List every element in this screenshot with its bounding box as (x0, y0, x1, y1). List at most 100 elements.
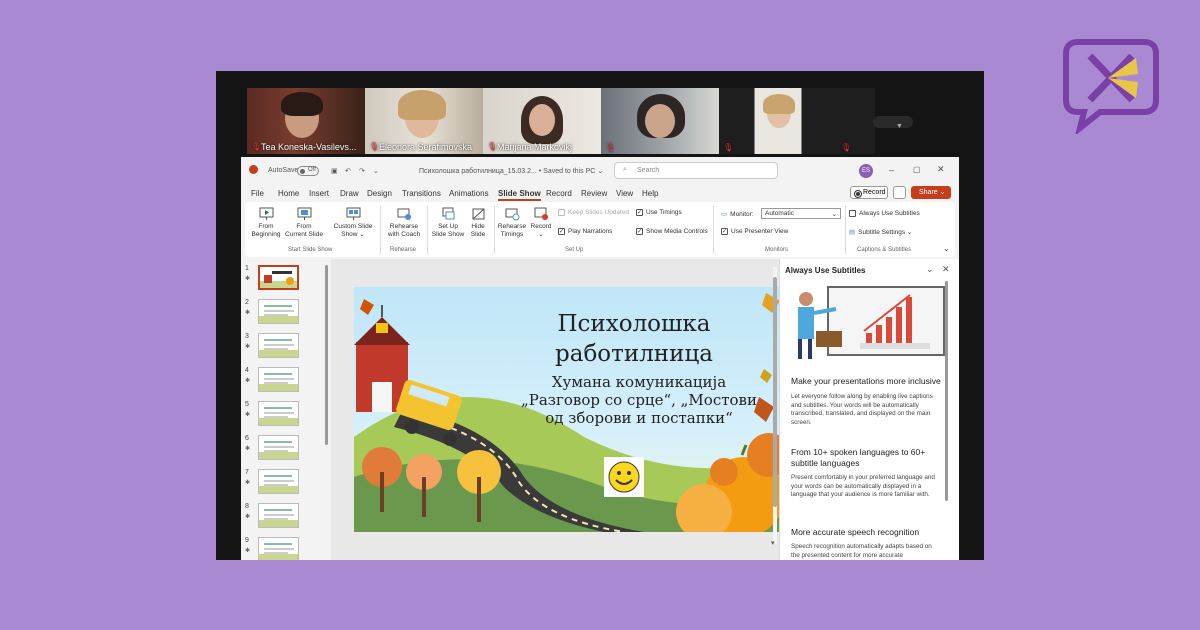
undo-icon[interactable]: ↶ (345, 167, 351, 175)
slide-thumbnail-row[interactable]: 4 ✱ (245, 367, 315, 395)
more-participants-button[interactable] (873, 116, 913, 128)
save-icon[interactable]: ▣ (331, 167, 338, 175)
monitor-select[interactable]: Automatic ⌄ (761, 208, 841, 219)
mic-muted-icon: 🎙 (605, 143, 616, 152)
slide-thumbnail-row[interactable]: 7 ✱ (245, 469, 315, 497)
tab-file[interactable]: File (251, 189, 264, 198)
comments-button[interactable] (893, 186, 906, 199)
thumb-art (264, 518, 288, 520)
group-label: Monitors (765, 247, 789, 253)
hide-slide-button[interactable]: Hide Slide (467, 207, 489, 239)
video-tile-active[interactable]: 🎙 Eleonora Serafimovska (365, 88, 483, 154)
slide-thumbnail[interactable] (258, 265, 299, 290)
collapse-ribbon-icon[interactable]: ⌄ (943, 244, 950, 253)
slide-title[interactable]: Психолошка работилница (504, 309, 764, 369)
video-tile[interactable]: 🎙 (837, 88, 875, 154)
video-tile[interactable]: 🎙 Tea Koneska-Vasilevs... (247, 88, 365, 154)
checkbox-checked: ✓ (558, 228, 565, 235)
document-title[interactable]: Психолошка работилница_15.03.2... • Save… (419, 167, 603, 175)
label-line: Hide (471, 223, 485, 230)
redo-icon[interactable]: ↷ (359, 167, 365, 175)
slide-thumbnail[interactable] (258, 333, 299, 358)
slide-thumbnail[interactable] (258, 503, 299, 528)
tab-design[interactable]: Design (367, 189, 392, 198)
tab-review[interactable]: Review (581, 189, 607, 198)
slide-thumbnail[interactable] (258, 537, 299, 560)
keep-slides-updated-checkbox[interactable]: Keep Slides Updated (558, 209, 629, 216)
scroll-down-icon[interactable]: ▾ (771, 539, 775, 547)
maximize-icon[interactable]: ▢ (913, 165, 921, 174)
tab-help[interactable]: Help (642, 189, 658, 198)
thumb-art (264, 373, 292, 375)
slide-thumbnail[interactable] (258, 401, 299, 426)
slide-thumbnail-row[interactable]: 6 ✱ (245, 435, 315, 463)
tab-slide-show[interactable]: Slide Show (498, 189, 541, 201)
slide-thumbnail[interactable] (258, 299, 299, 324)
rehearse-with-coach-button[interactable]: Rehearse with Coach (385, 207, 423, 239)
label-line: Rehearse (389, 223, 419, 230)
slide-thumbnail[interactable] (258, 367, 299, 392)
custom-slide-show-button[interactable]: Custom Slide Show ⌄ (331, 207, 375, 239)
search-input[interactable]: ⌕ Search (614, 162, 778, 179)
editor-scrollbar[interactable] (773, 267, 777, 543)
tab-insert[interactable]: Insert (309, 189, 329, 198)
hide-slide-icon (472, 208, 484, 220)
checkbox-checked: ✓ (636, 209, 643, 216)
show-media-controls-checkbox[interactable]: ✓ Show Media Controls (636, 228, 708, 235)
set-up-slide-show-button[interactable]: Set Up Slide Show (431, 207, 465, 239)
use-presenter-view-checkbox[interactable]: ✓ Use Presenter View (721, 228, 788, 235)
slide-thumbnail-row[interactable]: 9 ✱ (245, 537, 315, 560)
thumb-art (259, 350, 298, 357)
customize-icon[interactable]: ⌄ (373, 167, 379, 175)
slide-thumbnail-row[interactable]: 2 ✱ (245, 299, 315, 327)
subtitle-icon: ▤ (849, 229, 856, 236)
play-narrations-checkbox[interactable]: ✓ Play Narrations (558, 228, 612, 235)
close-icon[interactable]: ✕ (942, 264, 950, 275)
mic-muted-icon: 🎙 (251, 142, 262, 151)
thumb-art (264, 450, 288, 452)
tab-transitions[interactable]: Transitions (402, 189, 441, 198)
slide-thumbnail-row[interactable]: 3 ✱ (245, 333, 315, 361)
tab-draw[interactable]: Draw (340, 189, 359, 198)
tab-animations[interactable]: Animations (449, 189, 489, 198)
chevron-down-icon[interactable]: ⌄ (926, 264, 934, 275)
close-icon[interactable]: ✕ (937, 164, 945, 175)
thumbnail-scrollbar[interactable] (325, 265, 328, 445)
slide-subtitle[interactable]: Хумана комуникација „Разговор со срце“, … (494, 373, 784, 427)
scrollbar-thumb[interactable] (773, 277, 777, 507)
current-slide[interactable]: Психолошка работилница Хумана комуникаци… (354, 287, 791, 532)
slide-number: 2 (245, 299, 249, 306)
slide-thumbnail-row[interactable]: 1 ✱ (245, 265, 315, 293)
smiley-image[interactable] (604, 457, 644, 497)
thumb-art (264, 446, 294, 448)
from-beginning-button[interactable]: From Beginning (251, 207, 281, 239)
share-button[interactable]: Share ⌄ (911, 186, 951, 199)
avatar[interactable]: ES (859, 164, 873, 178)
video-tile[interactable]: 🎙 (601, 88, 719, 154)
minimize-icon[interactable]: – (889, 165, 894, 175)
label-line: ⌄ (538, 231, 544, 238)
group-label: Start Slide Show (288, 247, 333, 253)
slide-thumbnail-row[interactable]: 5 ✱ (245, 401, 315, 429)
tab-view[interactable]: View (616, 189, 633, 198)
subtitle-settings-label: Subtitle Settings ⌄ (858, 229, 913, 236)
subtitle-settings-button[interactable]: ▤ Subtitle Settings ⌄ (849, 228, 912, 236)
video-tile[interactable]: 🎙 (719, 88, 837, 154)
record-slide-button[interactable]: Record ⌄ (529, 207, 553, 239)
monitor-icon: ▭ (721, 211, 728, 218)
tab-home[interactable]: Home (278, 189, 299, 198)
divider (494, 206, 495, 254)
from-current-slide-button[interactable]: From Current Slide (283, 207, 325, 239)
tab-record[interactable]: Record (546, 189, 572, 198)
slide-thumbnail[interactable] (258, 435, 299, 460)
always-use-subtitles-checkbox[interactable]: Always Use Subtitles (849, 210, 920, 217)
record-button[interactable]: Record (850, 186, 888, 199)
video-tile[interactable]: 🎙 Marijana Markovikj (483, 88, 601, 154)
thumb-art (259, 520, 298, 527)
checkbox-label: Use Timings (646, 209, 682, 216)
rehearse-timings-button[interactable]: Rehearse Timings (497, 207, 527, 239)
use-timings-checkbox[interactable]: ✓ Use Timings (636, 209, 682, 216)
slide-thumbnail-row[interactable]: 8 ✱ (245, 503, 315, 531)
slide-thumbnail[interactable] (258, 469, 299, 494)
pane-scrollbar[interactable] (945, 281, 948, 501)
